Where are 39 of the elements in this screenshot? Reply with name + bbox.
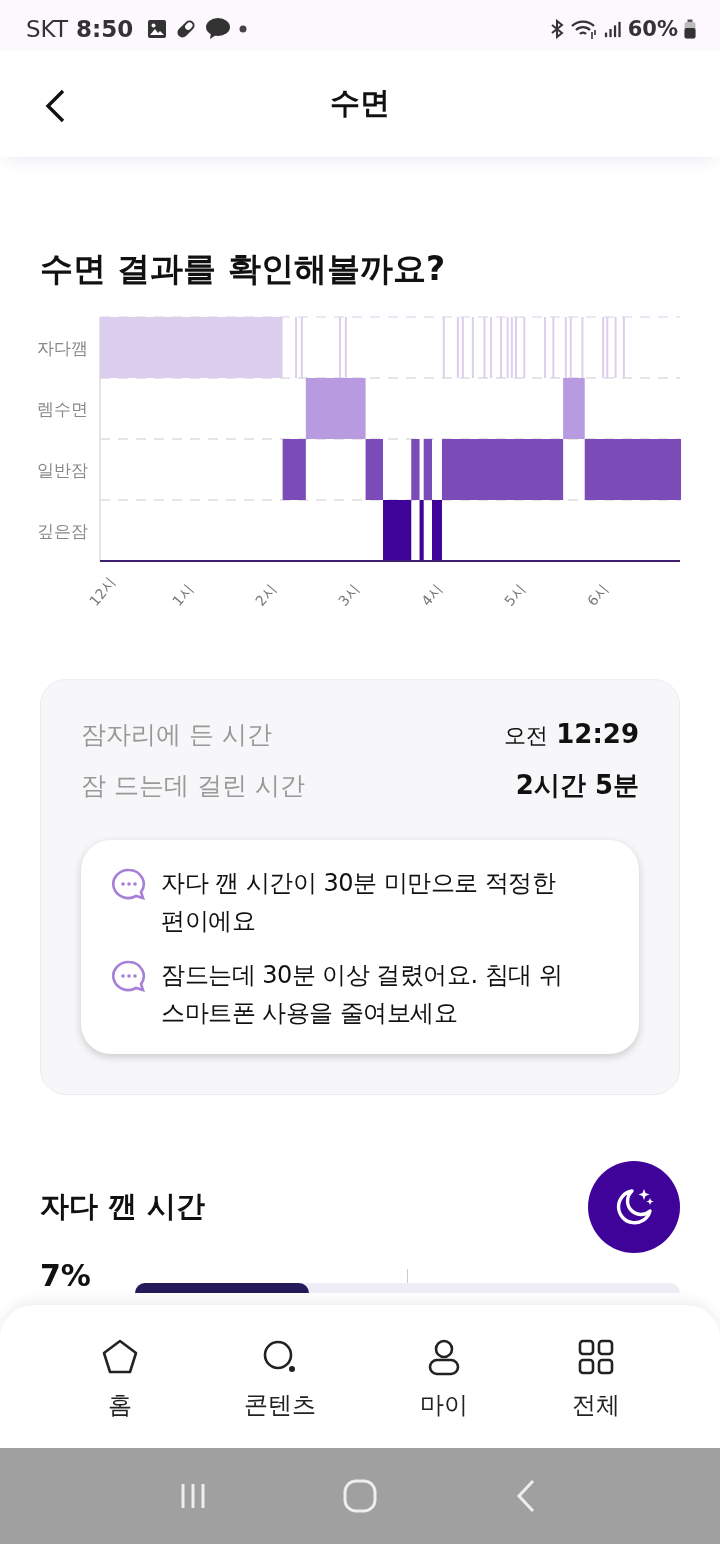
section-heading: 수면 결과를 확인해볼까요? xyxy=(40,248,447,290)
carrier-text: SKT xyxy=(26,16,68,42)
nav-tab[interactable]: 마이 xyxy=(414,1305,474,1448)
battery-text: 60% xyxy=(627,17,678,41)
tip-text: 자다 깬 시간이 30분 미만으로 적정한 편이에요 xyxy=(161,868,557,937)
stage-label: 일반잠 xyxy=(37,459,88,480)
image-icon xyxy=(147,19,168,39)
clock-text: 8:50 xyxy=(75,16,134,42)
section-heading: 자다 깬 시간 xyxy=(40,1188,206,1225)
stage-label: 렘수면 xyxy=(37,398,88,419)
signal-icon xyxy=(603,19,622,39)
hour-label: 2시 xyxy=(252,581,280,609)
summary-label: 잠 드는데 걸린 시간 xyxy=(81,770,305,802)
hour-label: 1시 xyxy=(169,581,197,609)
hour-label: 6시 xyxy=(584,581,612,609)
chat-bubble-icon xyxy=(111,959,147,993)
percent-text: 7% xyxy=(40,1259,91,1293)
tip-text: 잠드는데 30분 이상 걸렸어요. 침대 위 스마트폰 사용을 줄여보세요 xyxy=(161,960,564,1029)
hour-label: 4시 xyxy=(418,581,446,609)
screen-title: 수면 xyxy=(330,84,390,122)
bluetooth-icon xyxy=(549,19,564,39)
hour-label: 3시 xyxy=(335,581,363,609)
summary-value: 12:29 xyxy=(556,719,639,749)
dot-icon xyxy=(239,25,248,33)
wifi-icon xyxy=(569,18,598,40)
chat-bubble-icon xyxy=(205,17,232,41)
nav-tab[interactable]: 전체 xyxy=(566,1305,626,1448)
stage-label: 깊은잠 xyxy=(37,520,88,541)
home-button[interactable] xyxy=(342,1478,378,1514)
nav-tab[interactable]: 홈 xyxy=(94,1305,146,1448)
hour-label: 5시 xyxy=(501,581,529,609)
battery-icon xyxy=(684,19,696,39)
summary-value: 2시간 5분 xyxy=(515,769,639,802)
chat-bubble-icon xyxy=(111,867,147,901)
grid-icon xyxy=(576,1337,616,1377)
stage-label: 자다깸 xyxy=(37,337,88,358)
summary-label: 잠자리에 든 시간 xyxy=(81,719,272,751)
nav-tab[interactable]: 콘텐츠 xyxy=(238,1305,322,1448)
value-prefix: 오전 xyxy=(504,722,549,750)
